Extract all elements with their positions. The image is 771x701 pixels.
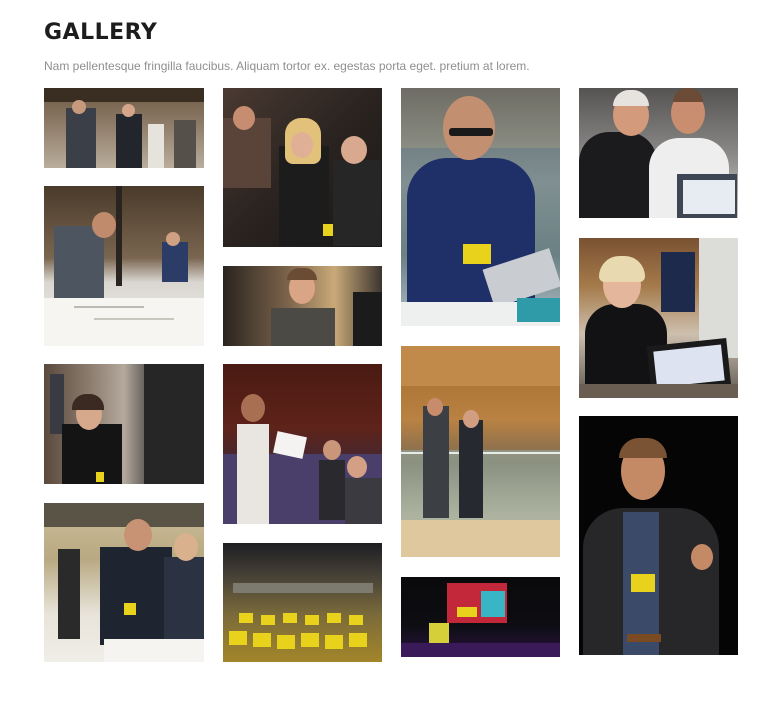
page-subtitle: Nam pellentesque fringilla faucibus. Ali… bbox=[44, 59, 530, 73]
gallery-photo-p1[interactable] bbox=[44, 88, 204, 168]
gallery-photo-p13[interactable] bbox=[579, 238, 738, 398]
gallery-photo-p7[interactable] bbox=[223, 364, 382, 524]
gallery-photo-p9[interactable] bbox=[401, 88, 560, 326]
gallery-photo-p11[interactable] bbox=[401, 577, 560, 657]
gallery-photo-p4[interactable] bbox=[44, 503, 204, 662]
gallery-photo-p10[interactable] bbox=[401, 346, 560, 557]
gallery-photo-p3[interactable] bbox=[44, 364, 204, 484]
gallery-photo-p12[interactable] bbox=[579, 88, 738, 218]
gallery-photo-p6[interactable] bbox=[223, 266, 382, 346]
page-title: GALLERY bbox=[44, 20, 158, 45]
gallery-photo-p2[interactable] bbox=[44, 186, 204, 346]
gallery-photo-p14[interactable] bbox=[579, 416, 738, 655]
gallery-photo-p5[interactable] bbox=[223, 88, 382, 247]
gallery-photo-p8[interactable] bbox=[223, 543, 382, 662]
